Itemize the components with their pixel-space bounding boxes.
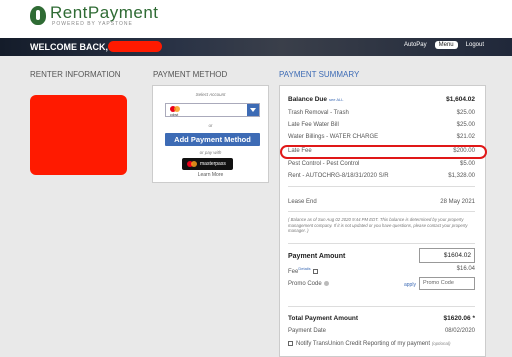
lease-end-value: 28 May 2021 [440,199,475,205]
rentpayment-logo-icon[interactable] [30,6,46,25]
or-pay-with-label: or pay with [199,150,222,155]
line-item-value: $25.00 [456,122,475,128]
payment-amount-input[interactable]: $1604.02 [419,248,475,263]
summary-line-item: Trash Removal - Trash $25.00 [288,110,475,116]
line-item-value: $5.00 [459,161,475,167]
top-nav-bar: WELCOME BACK, AutoPay Menu Logout [0,38,512,56]
line-item-label: Pest Control - Pest Control [288,161,360,167]
welcome-text: WELCOME BACK, [30,42,108,52]
payment-summary-heading: PAYMENT SUMMARY [279,70,360,79]
line-item-label: Rent - AUTOCHRG-8/18/31/2020 S/R [288,173,389,179]
learn-more-link[interactable]: Learn More [153,172,268,178]
fee-row-label: FeeDetails [288,266,319,275]
add-payment-method-button[interactable]: Add Payment Method [165,133,260,146]
menu-button[interactable]: Menu [434,41,458,49]
fee-details-link[interactable]: Details [298,266,310,271]
summary-line-item: Water Billings - WATER CHARGE $21.02 [288,134,475,140]
redacted-user-name [108,41,162,52]
divider [288,243,475,244]
transunion-row: Notify TransUnion Credit Reporting of my… [288,341,451,347]
balance-due-value: $1,604.02 [446,96,475,103]
or-label: or [208,123,213,128]
balance-due-label: Balance Due [288,96,328,103]
line-item-label: Water Billings - WATER CHARGE [288,134,379,140]
balance-due-row: Balance Due see ALL $1,604.02 [288,96,475,103]
summary-line-item: Pest Control - Pest Control $5.00 [288,161,475,167]
summary-line-item: Rent - AUTOCHRG-8/18/31/2020 S/R $1,328.… [288,173,475,179]
help-icon[interactable] [323,281,329,286]
renter-info-heading: RENTER INFORMATION [30,70,121,79]
nav-links: AutoPay Menu Logout [404,41,484,49]
line-item-value: $1,328.00 [448,173,475,179]
lease-end-label: Lease End [288,199,317,205]
brand-tagline: POWERED BY YAPSTONE [52,21,133,27]
payment-date-value[interactable]: 08/02/2020 [445,328,475,334]
transunion-checkbox[interactable] [288,341,293,346]
divider [288,211,475,212]
redacted-renter-information [30,95,127,175]
masterpass-button[interactable]: masterpass [182,158,233,170]
select-account-label: Select Account [195,92,226,97]
optional-label: (optional) [431,341,451,347]
fee-checkbox[interactable] [313,268,319,274]
autopay-link[interactable]: AutoPay [404,42,427,48]
balance-note: ( Balance as of Sun Aug 02 2020 9:44 PM … [288,217,468,233]
line-item-value: $25.00 [456,110,475,116]
payment-method-panel: Select Account cdwt or Add Payment Metho… [152,85,269,183]
divider [288,306,475,307]
selected-card-label: cdwt [170,112,179,117]
promo-code-row-label: Promo Code [288,281,329,287]
payment-date-label: Payment Date [288,328,327,334]
transunion-label: Notify TransUnion Credit Reporting of my… [296,341,431,348]
line-item-value: $21.02 [456,134,475,140]
line-item-label: Trash Removal - Trash [288,110,349,116]
brand-name[interactable]: RentPayment [50,3,159,23]
chevron-down-icon[interactable] [247,104,259,116]
see-all-link[interactable]: see ALL [329,97,343,102]
masterpass-label: masterpass [200,161,226,167]
payment-amount-label: Payment Amount [288,253,346,260]
fee-label: Fee [288,269,299,275]
apply-promo-link[interactable]: apply [404,282,416,288]
payment-summary-panel: Balance Due see ALL $1,604.02 Trash Remov… [279,85,487,357]
logout-link[interactable]: Logout [466,42,484,48]
divider [288,186,475,187]
account-select[interactable]: cdwt [165,103,260,117]
total-payment-value: $1620.06 * [443,315,475,322]
promo-code-input[interactable]: Promo Code [419,277,475,290]
summary-line-item: Late Fee Water Bill $25.00 [288,122,475,128]
promo-code-label: Promo Code [288,281,322,288]
site-header: RentPayment POWERED BY YAPSTONE [0,0,512,38]
late-fee-highlight-annotation [280,145,487,159]
lease-end-row: Lease End 28 May 2021 [288,199,475,205]
line-item-label: Late Fee Water Bill [288,122,339,128]
total-payment-label: Total Payment Amount [288,315,359,322]
fee-value: $16.04 [456,266,475,272]
payment-method-heading: PAYMENT METHOD [153,70,228,79]
